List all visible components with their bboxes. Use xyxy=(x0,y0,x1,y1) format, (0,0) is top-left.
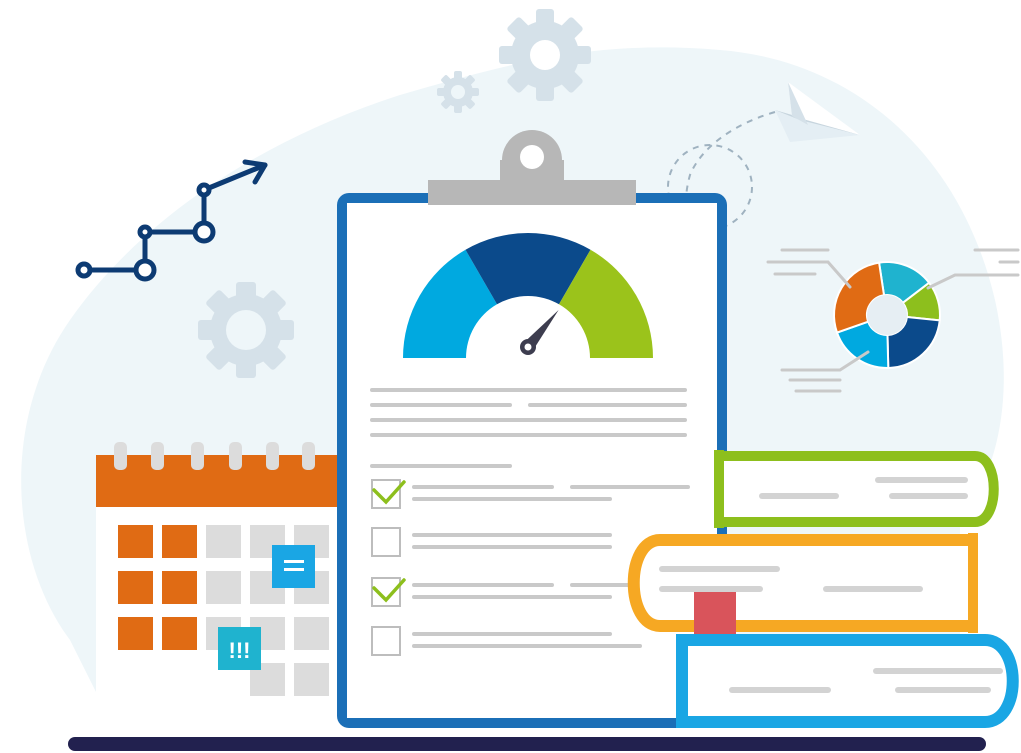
note-icon xyxy=(272,545,315,588)
illustration: !!! xyxy=(21,9,1020,751)
clipboard-icon xyxy=(337,130,727,728)
gear-icon-large xyxy=(499,9,591,101)
book-green xyxy=(714,450,999,528)
alert-badge-text: !!! xyxy=(229,638,251,663)
book-blue xyxy=(676,634,1019,728)
checkbox[interactable] xyxy=(371,527,401,557)
calendar-icon: !!! xyxy=(96,442,356,700)
calendar-header xyxy=(96,455,356,507)
checkbox[interactable] xyxy=(371,626,401,656)
alert-icon: !!! xyxy=(218,627,261,670)
ground-line xyxy=(68,737,986,751)
gear-icon-left xyxy=(198,282,294,378)
gear-icon-small xyxy=(437,71,479,113)
